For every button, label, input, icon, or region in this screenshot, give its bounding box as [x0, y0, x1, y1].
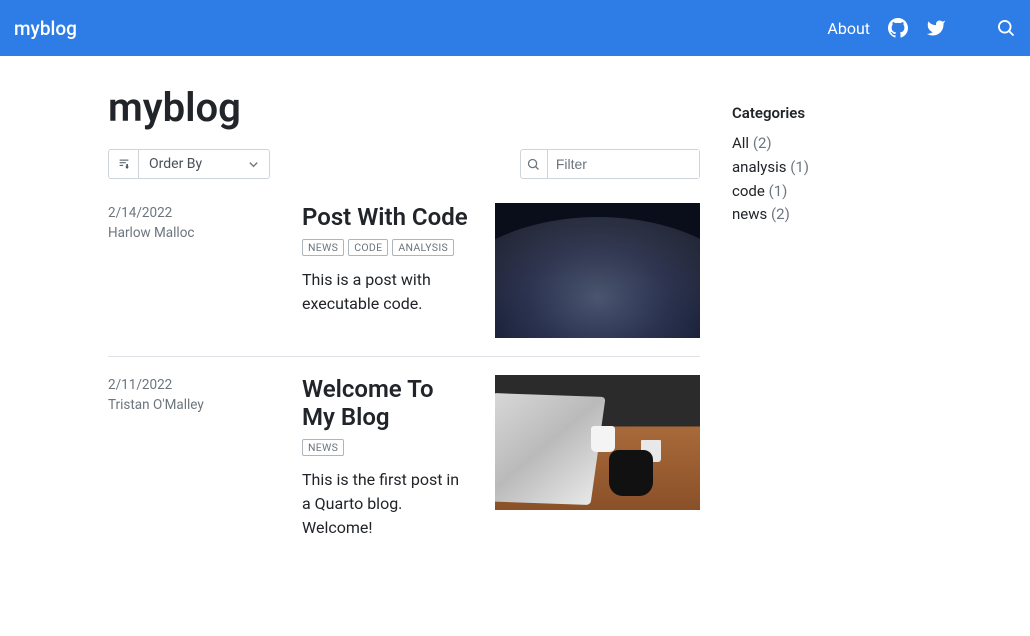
- category-item-code[interactable]: code (1): [732, 180, 922, 204]
- orderby-select[interactable]: Order By: [108, 149, 270, 179]
- post-description: This is a post with executable code.: [302, 268, 471, 316]
- brand-link[interactable]: myblog: [14, 17, 77, 40]
- sidebar: Categories All (2) analysis (1) code (1)…: [732, 56, 922, 576]
- post-description: This is the first post in a Quarto blog.…: [302, 468, 471, 540]
- post-body: Welcome To My Blog NEWS This is the firs…: [302, 375, 471, 540]
- page-title: myblog: [108, 84, 700, 131]
- category-item-all[interactable]: All (2): [732, 132, 922, 156]
- category-label: analysis: [732, 158, 786, 176]
- category-list: All (2) analysis (1) code (1) news (2): [732, 132, 922, 227]
- post-tags: NEWS CODE ANALYSIS: [302, 239, 471, 256]
- category-item-news[interactable]: news (2): [732, 203, 922, 227]
- filter-box: [520, 149, 700, 179]
- tag[interactable]: NEWS: [302, 439, 344, 456]
- github-icon[interactable]: [888, 18, 908, 38]
- navbar: myblog About: [0, 0, 1030, 56]
- search-icon[interactable]: [996, 18, 1016, 38]
- tag[interactable]: CODE: [348, 239, 388, 256]
- post-thumbnail[interactable]: [495, 375, 700, 510]
- post-author: Harlow Malloc: [108, 223, 278, 243]
- post-item[interactable]: 2/11/2022 Tristan O'Malley Welcome To My…: [108, 375, 700, 558]
- post-body: Post With Code NEWS CODE ANALYSIS This i…: [302, 203, 471, 338]
- post-thumbnail[interactable]: [495, 203, 700, 338]
- category-label: All: [732, 134, 749, 152]
- category-count: (2): [753, 134, 772, 152]
- main-column: myblog Order By 2/14/2022 H: [108, 56, 700, 576]
- post-date: 2/11/2022: [108, 375, 278, 395]
- category-label: code: [732, 182, 765, 200]
- post-tags: NEWS: [302, 439, 471, 456]
- category-count: (2): [771, 205, 790, 223]
- sidebar-title: Categories: [732, 104, 922, 122]
- post-author: Tristan O'Malley: [108, 395, 278, 415]
- about-link[interactable]: About: [827, 19, 870, 38]
- category-count: (1): [769, 182, 788, 200]
- tag[interactable]: NEWS: [302, 239, 344, 256]
- orderby-label: Order By: [139, 156, 238, 172]
- post-title[interactable]: Welcome To My Blog: [302, 375, 471, 431]
- post-date: 2/14/2022: [108, 203, 278, 223]
- chevron-down-icon: [238, 155, 269, 174]
- post-meta: 2/11/2022 Tristan O'Malley: [108, 375, 278, 540]
- sort-icon: [109, 150, 139, 178]
- category-count: (1): [790, 158, 809, 176]
- tag[interactable]: ANALYSIS: [392, 239, 454, 256]
- post-item[interactable]: 2/14/2022 Harlow Malloc Post With Code N…: [108, 203, 700, 357]
- filter-search-icon: [521, 150, 548, 178]
- list-controls: Order By: [108, 149, 700, 179]
- navbar-right: About: [827, 18, 1016, 38]
- post-title[interactable]: Post With Code: [302, 203, 471, 231]
- category-label: news: [732, 205, 767, 223]
- post-meta: 2/14/2022 Harlow Malloc: [108, 203, 278, 338]
- filter-input[interactable]: [548, 150, 699, 178]
- category-item-analysis[interactable]: analysis (1): [732, 156, 922, 180]
- twitter-icon[interactable]: [926, 18, 946, 38]
